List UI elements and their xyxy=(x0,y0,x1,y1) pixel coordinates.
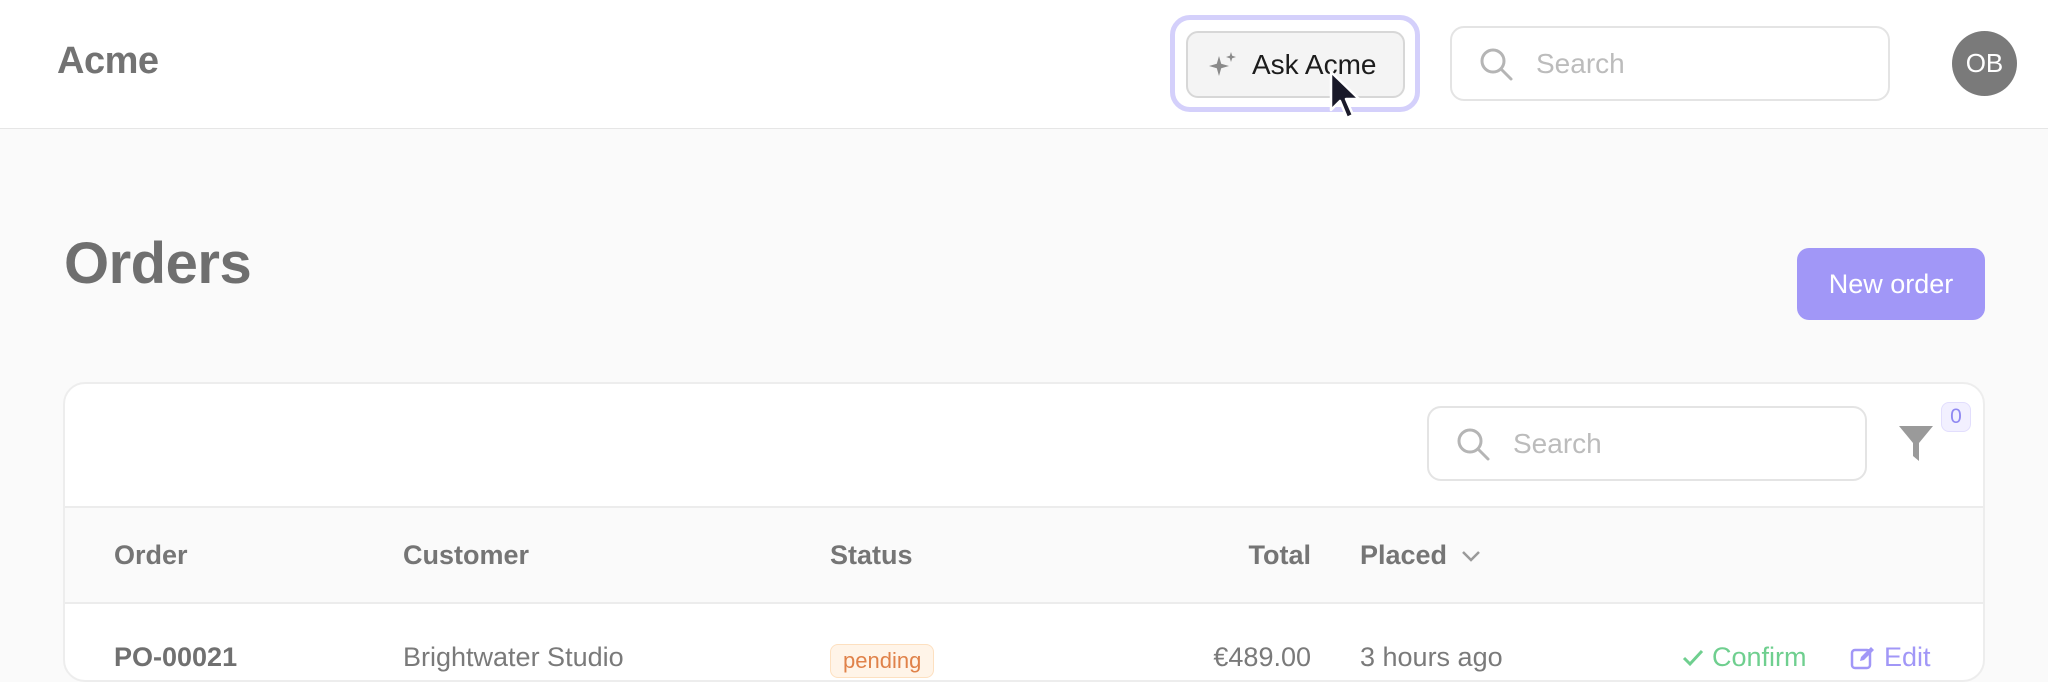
page-title: Orders xyxy=(64,231,252,296)
table-row[interactable]: PO-00021 Brightwater Studio pending €489… xyxy=(65,604,1983,680)
ask-acme-button[interactable]: Ask Acme xyxy=(1186,31,1405,98)
chevron-down-icon xyxy=(1462,550,1480,562)
cursor-icon xyxy=(1329,70,1361,120)
column-header-placed-label: Placed xyxy=(1360,540,1448,570)
check-icon xyxy=(1682,649,1704,666)
orders-table-card: Search 0 Order Customer Status Total Pla… xyxy=(63,382,1985,682)
search-icon xyxy=(1457,428,1490,460)
table-header: Order Customer Status Total Placed xyxy=(65,506,1983,604)
global-search-placeholder: Search xyxy=(1536,47,1625,79)
column-header-status[interactable]: Status xyxy=(830,540,913,571)
table-search-input[interactable]: Search xyxy=(1427,406,1867,481)
column-header-total[interactable]: Total xyxy=(1249,540,1312,571)
column-header-customer[interactable]: Customer xyxy=(403,540,529,571)
confirm-button[interactable]: Confirm xyxy=(1682,642,1807,673)
sparkles-icon xyxy=(1209,51,1236,76)
search-icon xyxy=(1480,48,1513,80)
avatar[interactable]: OB xyxy=(1952,31,2017,96)
order-id[interactable]: PO-00021 xyxy=(114,642,237,673)
column-header-order[interactable]: Order xyxy=(114,540,188,571)
global-search-input[interactable]: Search xyxy=(1450,26,1890,101)
top-bar: Acme Ask Acme Search OB xyxy=(0,0,2048,129)
customer-name: Brightwater Studio xyxy=(403,642,624,672)
filter-count-badge: 0 xyxy=(1941,402,1971,432)
brand-logo[interactable]: Acme xyxy=(57,40,159,83)
filter-icon[interactable] xyxy=(1898,424,1934,464)
order-total: €489.00 xyxy=(1213,642,1311,672)
confirm-label: Confirm xyxy=(1712,642,1807,672)
status-badge: pending xyxy=(830,644,935,678)
edit-icon xyxy=(1850,646,1874,669)
column-header-placed[interactable]: Placed xyxy=(1360,540,1481,571)
placed-time: 3 hours ago xyxy=(1360,642,1503,672)
new-order-button[interactable]: New order xyxy=(1797,248,1985,320)
edit-button[interactable]: Edit xyxy=(1850,642,1931,673)
edit-label: Edit xyxy=(1884,642,1931,672)
table-search-placeholder: Search xyxy=(1513,427,1602,459)
